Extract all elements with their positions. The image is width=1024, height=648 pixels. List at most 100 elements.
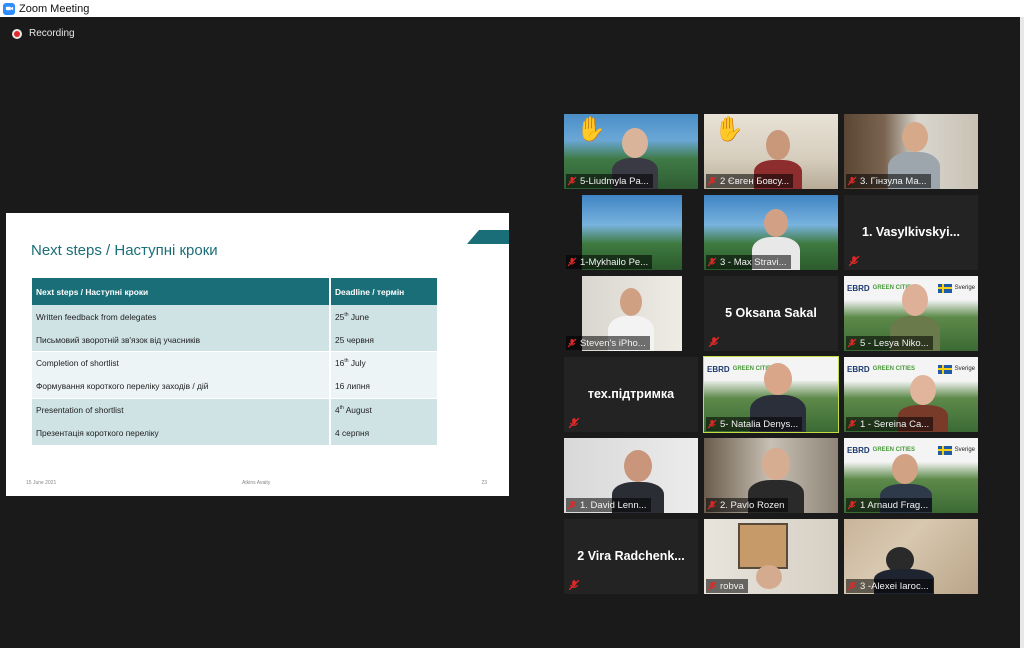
muted-mic-icon xyxy=(566,256,578,268)
participant-namebar: robva xyxy=(706,579,748,593)
sverige-label: Sverige xyxy=(954,447,975,453)
table-row: Presentation of shortlist 4th August xyxy=(32,397,437,422)
participant-namebar: 3 -Alexei Iaroc... xyxy=(846,579,933,593)
participant-tile[interactable]: robva xyxy=(704,519,838,594)
participant-namebar: 3 - Max Stravi... xyxy=(706,255,791,269)
ebrd-logo: EBRD xyxy=(847,364,870,374)
table-row: Completion of shortlist 16th July xyxy=(32,351,437,375)
participant-face xyxy=(766,130,790,160)
sverige-label: Sverige xyxy=(954,366,975,372)
zoom-camera-icon xyxy=(3,2,15,15)
participant-tile[interactable]: 1. Vasylkivskyi... xyxy=(844,195,978,270)
slide-footer-date: 15 June 2021 xyxy=(26,480,57,486)
ebrd-logo: EBRD xyxy=(847,283,870,293)
ebrd-logo: EBRD xyxy=(847,445,870,455)
green-cities-logo: GREEN CITIES xyxy=(872,447,916,453)
participant-namebar: 2. Pavlo Rozen xyxy=(706,498,789,512)
participant-name: 5- Natalia Denys... xyxy=(720,418,799,430)
table-cell-step: Презентація короткого переліку xyxy=(32,421,330,445)
participant-tile[interactable]: Steven's iPho... xyxy=(564,276,698,351)
participant-name-placeholder: 1. Vasylkivskyi... xyxy=(862,225,960,239)
recording-label: Recording xyxy=(29,28,75,39)
participant-tile[interactable]: 2 Vira Radchenk... xyxy=(564,519,698,594)
participant-name: 3 -Alexei Iaroc... xyxy=(860,580,929,592)
muted-mic-icon xyxy=(846,499,858,511)
participant-name: 1 - Sereina Ca... xyxy=(860,418,930,430)
table-cell-step: Presentation of shortlist xyxy=(32,397,330,422)
table-header-steps: Next steps / Наступні кроки xyxy=(32,278,330,305)
table-header-deadline: Deadline / термін xyxy=(329,278,437,305)
raised-hand-icon: ✋ xyxy=(714,116,744,143)
participant-tile[interactable]: тех.підтримка xyxy=(564,357,698,432)
slide-footer-page: 23 xyxy=(481,480,487,486)
window-titlebar: Zoom Meeting xyxy=(0,0,1024,17)
muted-mic-icon xyxy=(846,337,858,349)
muted-mic-icon xyxy=(706,418,718,430)
participant-name: 2. Pavlo Rozen xyxy=(720,499,785,511)
participant-tile[interactable]: EBRD GREEN CITIES Sverige 1 - Sereina Ca… xyxy=(844,357,978,432)
participant-tile-active-speaker[interactable]: EBRD GREEN CITIES 5- Natalia Denys... xyxy=(703,356,839,433)
participant-face xyxy=(762,448,790,480)
participant-name: 5-Liudmyla Pa... xyxy=(580,175,649,187)
recording-dot-icon xyxy=(12,28,22,39)
participant-tile[interactable]: 2. Pavlo Rozen xyxy=(704,438,838,513)
participant-face xyxy=(622,128,648,158)
participant-face xyxy=(902,284,928,316)
sweden-flag-icon xyxy=(937,445,952,455)
table-cell-deadline: 4 серпня xyxy=(329,421,437,445)
table-row: Формування короткого переліку заходів / … xyxy=(32,374,437,399)
raised-hand-icon: ✋ xyxy=(576,116,606,143)
participant-tile[interactable]: ✋ 5-Liudmyla Pa... xyxy=(564,114,698,189)
meeting-stage: Recording Next steps / Наступні кроки Ne… xyxy=(0,17,1020,648)
muted-mic-icon xyxy=(708,336,720,348)
participant-namebar: 5 - Lesya Niko... xyxy=(846,336,933,350)
participant-tile[interactable]: EBRD GREEN CITIES Sverige 5 - Lesya Niko… xyxy=(844,276,978,351)
participant-name: 3 - Max Stravi... xyxy=(720,256,787,268)
table-cell-deadline: 16th July xyxy=(329,351,437,375)
muted-mic-icon xyxy=(706,256,718,268)
participant-face xyxy=(892,454,918,484)
participant-namebar: 1. David Lenn... xyxy=(566,498,651,512)
participant-namebar: 1-Mykhailo Pe... xyxy=(566,255,653,269)
participant-namebar: 5- Natalia Denys... xyxy=(706,417,803,431)
recording-indicator[interactable]: Recording xyxy=(12,28,75,39)
muted-mic-icon xyxy=(566,175,578,187)
participant-tile[interactable]: 5 Oksana Sakal xyxy=(704,276,838,351)
participant-tile[interactable]: 3 -Alexei Iaroc... xyxy=(844,519,978,594)
slide-accent-shape xyxy=(467,230,509,244)
participant-face xyxy=(624,450,652,482)
muted-mic-icon xyxy=(846,418,858,430)
muted-mic-icon xyxy=(846,175,858,187)
green-cities-logo: GREEN CITIES xyxy=(872,366,916,372)
participant-tile[interactable]: EBRD GREEN CITIES Sverige 1 Arnaud Frag.… xyxy=(844,438,978,513)
shared-screen-slide[interactable]: Next steps / Наступні кроки Next steps /… xyxy=(6,213,509,496)
muted-mic-icon xyxy=(706,175,718,187)
participant-name: 2 Євген Бовсу... xyxy=(720,175,790,187)
participant-name: Steven's iPho... xyxy=(580,337,646,349)
participant-name: 1-Mykhailo Pe... xyxy=(580,256,649,268)
table-cell-step: Completion of shortlist xyxy=(32,351,330,375)
participant-face xyxy=(902,122,928,152)
participant-tile[interactable]: 3 - Max Stravi... xyxy=(704,195,838,270)
table-cell-deadline: 25 червня xyxy=(329,328,437,352)
muted-mic-icon xyxy=(846,580,858,592)
participant-tile[interactable]: ✋ 2 Євген Бовсу... xyxy=(704,114,838,189)
virtual-background-logos: EBRD GREEN CITIES Sverige xyxy=(844,357,978,381)
participant-namebar: 1 - Sereina Ca... xyxy=(846,417,934,431)
muted-mic-icon xyxy=(566,499,578,511)
participant-name: 5 - Lesya Niko... xyxy=(860,337,929,349)
table-cell-deadline: 16 липня xyxy=(329,374,437,399)
table-row: Презентація короткого переліку 4 серпня xyxy=(32,421,437,445)
participant-tile[interactable]: 1. David Lenn... xyxy=(564,438,698,513)
participant-namebar: 5-Liudmyla Pa... xyxy=(566,174,653,188)
participant-tile[interactable]: 3. Гінзула Ма... xyxy=(844,114,978,189)
ebrd-logo: EBRD xyxy=(707,364,730,374)
participant-name: 1 Arnaud Frag... xyxy=(860,499,929,511)
sverige-label: Sverige xyxy=(954,285,975,291)
muted-mic-icon xyxy=(848,255,860,267)
participant-tile[interactable]: 1-Mykhailo Pe... xyxy=(564,195,698,270)
participant-face xyxy=(756,565,782,589)
participant-name: 3. Гінзула Ма... xyxy=(860,175,927,187)
participant-name-placeholder: тех.підтримка xyxy=(587,387,675,401)
table-row: Письмовий зворотній зв'язок від учасникі… xyxy=(32,328,437,352)
